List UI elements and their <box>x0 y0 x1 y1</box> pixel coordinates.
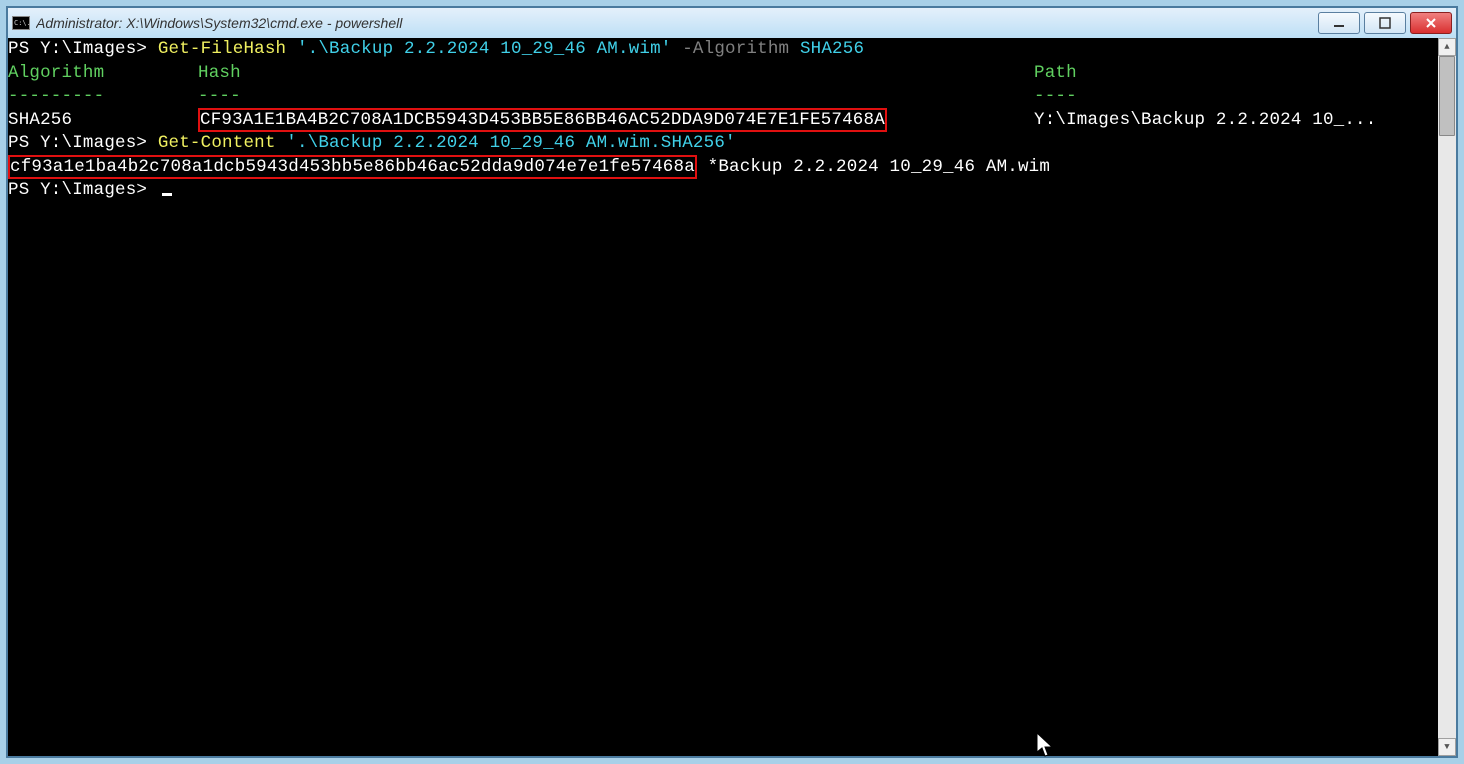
titlebar[interactable]: C:\. Administrator: X:\Windows\System32\… <box>8 8 1456 38</box>
close-button[interactable] <box>1410 12 1452 34</box>
scrollbar-thumb[interactable] <box>1439 56 1455 136</box>
console-output[interactable]: PS Y:\Images> Get-FileHash '.\Backup 2.2… <box>8 38 1438 756</box>
window-title: Administrator: X:\Windows\System32\cmd.e… <box>36 15 1318 31</box>
cmdlet: Get-Content <box>158 133 286 153</box>
row-hash-box: CF93A1E1BA4B2C708A1DCB5943D453BB5E86BB46… <box>198 109 1034 133</box>
cmd-arg: '.\Backup 2.2.2024 10_29_46 AM.wim' <box>297 39 672 59</box>
scrollbar-track[interactable] <box>1438 56 1456 738</box>
cmdlet: Get-FileHash <box>158 39 297 59</box>
maximize-button[interactable] <box>1364 12 1406 34</box>
cmd-arg: '.\Backup 2.2.2024 10_29_46 AM.wim.SHA25… <box>286 133 735 153</box>
scroll-up-button[interactable]: ▲ <box>1438 38 1456 56</box>
ps-prompt: PS Y:\Images> <box>8 39 158 59</box>
row-hash: CF93A1E1BA4B2C708A1DCB5943D453BB5E86BB46… <box>198 108 887 132</box>
text-cursor <box>162 193 172 196</box>
header-path: Path <box>1034 63 1077 83</box>
output-filename: *Backup 2.2.2024 10_29_46 AM.wim <box>697 157 1050 177</box>
header-hash: Hash <box>198 62 1034 86</box>
cmd-param-name: -Algorithm <box>672 39 800 59</box>
vertical-scrollbar[interactable]: ▲ ▼ <box>1438 38 1456 756</box>
console-window: C:\. Administrator: X:\Windows\System32\… <box>6 6 1458 758</box>
dashes-hash: ---- <box>198 85 1034 109</box>
dashes-algorithm: --------- <box>8 85 198 109</box>
row-path: Y:\Images\Backup 2.2.2024 10_... <box>1034 110 1376 130</box>
ps-prompt: PS Y:\Images> <box>8 180 158 200</box>
cmd-param-value: SHA256 <box>800 39 864 59</box>
dashes-path: ---- <box>1034 86 1077 106</box>
window-controls <box>1318 12 1452 34</box>
minimize-button[interactable] <box>1318 12 1360 34</box>
scroll-down-button[interactable]: ▼ <box>1438 738 1456 756</box>
cmd-icon: C:\. <box>12 16 30 30</box>
output-hash: cf93a1e1ba4b2c708a1dcb5943d453bb5e86bb46… <box>8 155 697 179</box>
ps-prompt: PS Y:\Images> <box>8 133 158 153</box>
header-algorithm: Algorithm <box>8 62 198 86</box>
console-body: PS Y:\Images> Get-FileHash '.\Backup 2.2… <box>8 38 1456 756</box>
row-algorithm: SHA256 <box>8 109 198 133</box>
